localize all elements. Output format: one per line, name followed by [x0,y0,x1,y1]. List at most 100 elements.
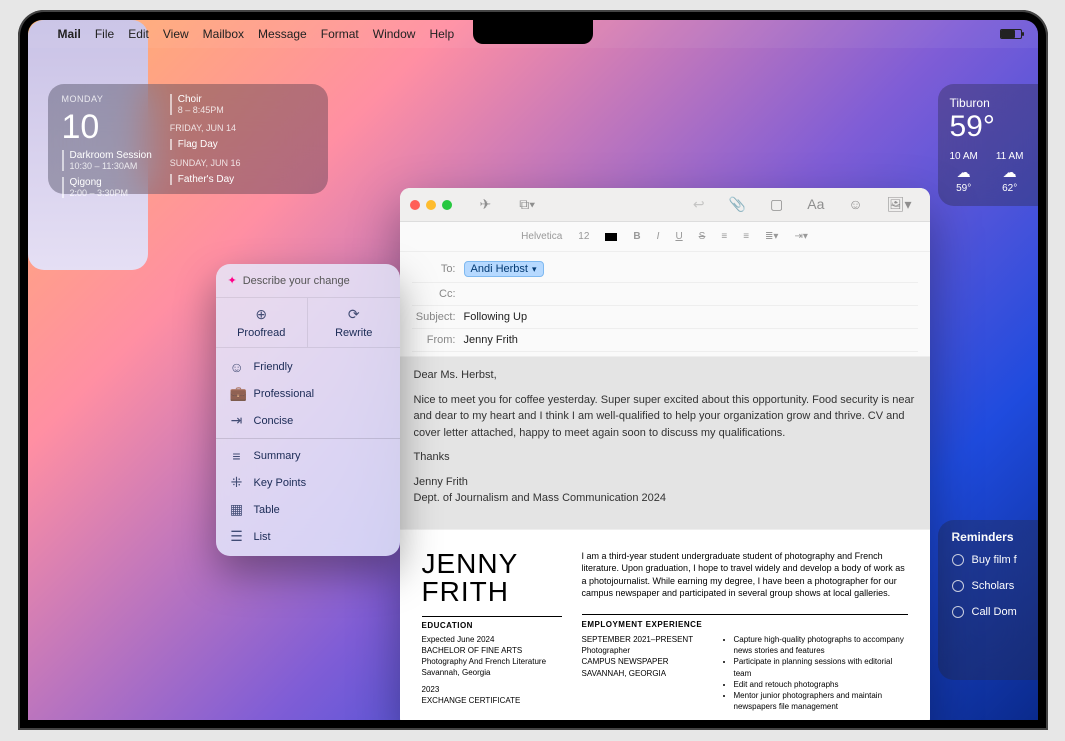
transform-keypoints[interactable]: ⁜Key Points [216,469,400,496]
style-friendly[interactable]: ☺Friendly [216,354,400,380]
menu-format[interactable]: Format [321,27,359,41]
cal-date: 10 [62,110,152,144]
professional-icon: 💼 [230,385,244,402]
emoji-icon[interactable]: ☺ [848,196,862,213]
reminder-text: Scholars [972,580,1015,592]
reminder-ring-icon[interactable] [952,554,964,566]
rewrite-button[interactable]: ⟳ Rewrite [308,298,400,348]
transform-label: Table [254,504,280,516]
cal-evt-time: 8 – 8:45PM [178,105,241,115]
font-size[interactable]: 12 [578,231,589,242]
underline-icon[interactable]: U [675,231,682,242]
exp-line: SAVANNAH, GEORGIA [582,668,702,679]
italic-icon[interactable]: I [657,231,660,242]
reminders-widget[interactable]: Reminders Buy film f Scholars Call Dom [938,520,1038,680]
cal-day-label: MONDAY [62,94,152,104]
concise-icon: ⇥ [230,412,244,429]
transform-summary[interactable]: ≡Summary [216,443,400,469]
reply-icon[interactable]: ↩︎ [693,196,705,213]
titlebar: ✈︎ ⧉▾ ↩︎ 📎 ▢ Aa ☺ 🖼▾ [400,188,930,222]
cal-evt-title: Father's Day [178,174,241,185]
menu-app[interactable]: Mail [58,27,81,41]
compose-window: ✈︎ ⧉▾ ↩︎ 📎 ▢ Aa ☺ 🖼▾ Helvetica 12 [400,188,930,720]
exp-bullet: Participate in planning sessions with ed… [734,656,908,678]
edu-line: 2023 [422,684,562,695]
proofread-label: Proofread [237,327,285,339]
transform-list[interactable]: ☰List [216,523,400,550]
align-center-icon[interactable]: ≡ [743,231,749,242]
bold-icon[interactable]: B [633,231,640,242]
macbook-frame: Mail File Edit View Mailbox Message Form… [18,10,1048,730]
font-select[interactable]: Helvetica [521,231,562,242]
reminder-ring-icon[interactable] [952,606,964,618]
desktop: Mail File Edit View Mailbox Message Form… [28,20,1038,720]
body-greeting: Dear Ms. Herbst, [414,367,916,384]
exp-line: CAMPUS NEWSPAPER [582,656,702,667]
compose-body[interactable]: Dear Ms. Herbst, Nice to meet you for co… [400,356,930,530]
menu-mailbox[interactable]: Mailbox [203,27,244,41]
weather-hour: 11 AM [996,151,1024,162]
proofread-button[interactable]: ⊕ Proofread [216,298,309,348]
weather-hour-deg: 59° [956,183,971,194]
cal-evt-time: 10:30 – 11:30AM [70,161,152,171]
menu-window[interactable]: Window [373,27,416,41]
edu-line: Expected June 2024 [422,634,562,645]
compose-headers: To: Andi Herbst▾ Cc: Subject: Following … [400,252,930,356]
cal-evt-title: Flag Day [178,139,241,150]
from-label: From: [412,334,456,346]
menu-help[interactable]: Help [429,27,454,41]
weather-hour: 10 AM [950,151,978,162]
calendar-widget[interactable]: MONDAY 10 Darkroom Session 10:30 – 11:30… [48,84,328,194]
format-icon[interactable]: Aa [807,196,824,213]
style-professional[interactable]: 💼 Professional [216,380,400,407]
list-icon: ☰ [230,528,244,545]
style-label: Professional [254,388,315,400]
cal-evt-title: Choir [178,94,241,105]
strike-icon[interactable]: S [699,231,706,242]
rewrite-icon: ⟳ [348,306,360,323]
edu-line: EXCHANGE CERTIFICATE [422,695,562,706]
to-chip-name: Andi Herbst [471,263,528,275]
insert-photo-icon[interactable]: ▢ [770,196,783,213]
text-color-swatch[interactable] [605,233,617,241]
body-sig-name: Jenny Frith [414,474,916,491]
attach-icon[interactable]: 📎 [729,196,746,213]
menu-message[interactable]: Message [258,27,307,41]
indent-icon[interactable]: ⇥▾ [794,231,807,242]
subject-label: Subject: [412,311,456,323]
close-button[interactable] [410,200,420,210]
header-fields-icon[interactable]: ⧉▾ [519,196,535,213]
to-chip[interactable]: Andi Herbst ▾ [464,261,544,277]
align-left-icon[interactable]: ≡ [721,231,727,242]
menu-file[interactable]: File [95,27,114,41]
cal-head: FRIDAY, JUN 14 [170,123,241,133]
notch [473,20,593,44]
style-concise[interactable]: ⇥Concise [216,407,400,434]
menu-view[interactable]: View [163,27,189,41]
menu-edit[interactable]: Edit [128,27,149,41]
weather-temp: 59° [950,110,1038,143]
cloud-icon: ☁︎ [1003,164,1017,181]
send-icon[interactable]: ✈︎ [480,196,492,213]
exp-bullet: Capture high-quality photographs to acco… [734,634,908,656]
list-icon[interactable]: ≣▾ [765,231,778,242]
writing-tools-popover: ✦ Describe your change ⊕ Proofread ⟳ Rew… [216,264,400,556]
subject-field[interactable]: Following Up [464,311,528,323]
minimize-button[interactable] [426,200,436,210]
cloud-icon: ☁︎ [957,164,971,181]
reminder-text: Buy film f [972,554,1017,566]
transform-label: Summary [254,450,301,462]
chevron-down-icon: ▾ [532,264,537,275]
exp-line: SEPTEMBER 2021–PRESENT [582,634,702,645]
cc-label: Cc: [412,288,456,300]
zoom-button[interactable] [442,200,452,210]
media-browser-icon[interactable]: 🖼▾ [887,196,912,213]
resume-first: JENNY [422,550,562,578]
body-paragraph: Nice to meet you for coffee yesterday. S… [414,392,916,442]
friendly-icon: ☺ [230,359,244,375]
weather-widget[interactable]: Tiburon 59° 10 AM ☁︎ 59° 11 AM ☁︎ 62° [938,84,1038,206]
from-field[interactable]: Jenny Frith [464,334,518,346]
reminder-ring-icon[interactable] [952,580,964,592]
transform-table[interactable]: ▦Table [216,496,400,523]
writing-prompt[interactable]: ✦ Describe your change [216,264,400,298]
